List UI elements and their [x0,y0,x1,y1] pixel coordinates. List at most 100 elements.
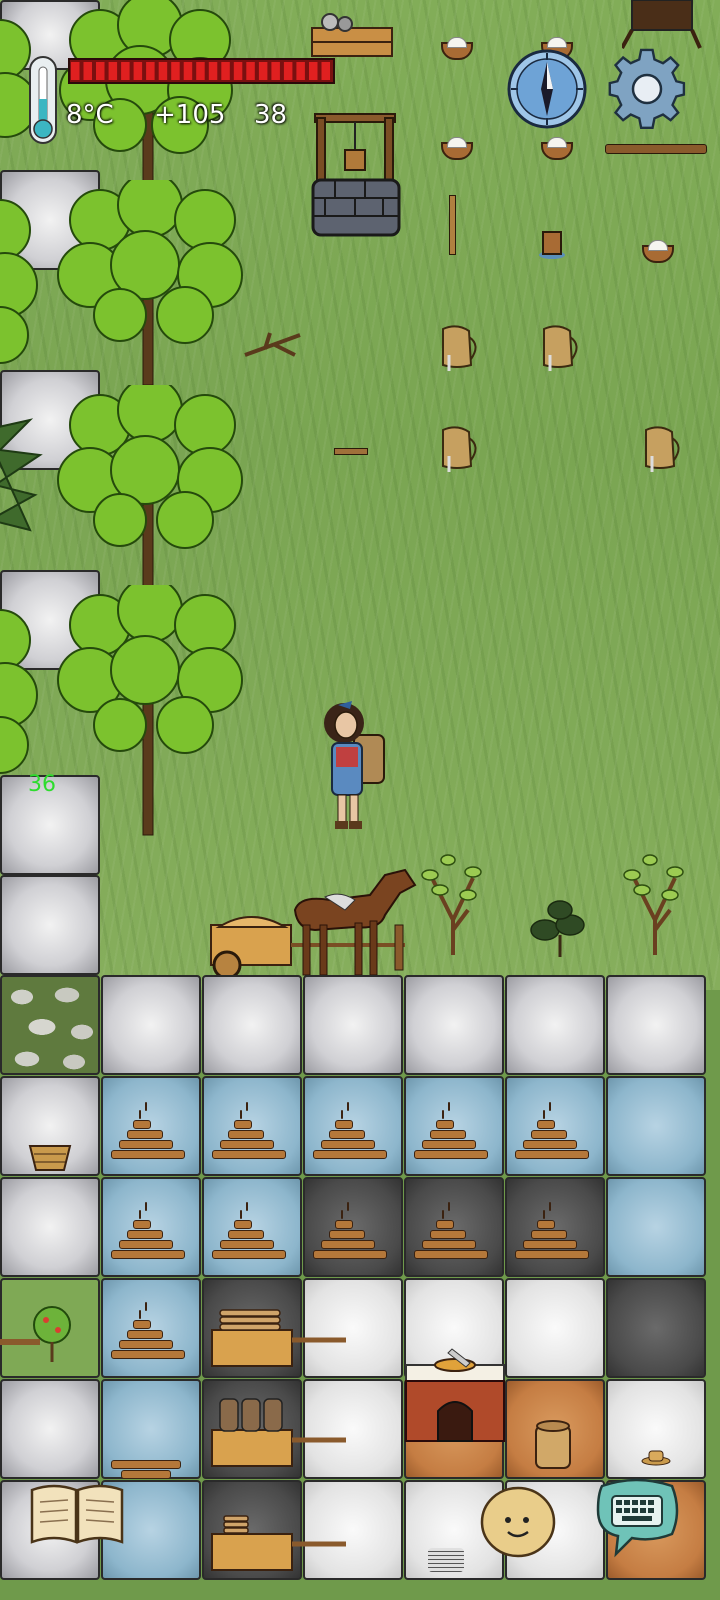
branch-item[interactable] [240,325,310,365]
crate-of-plates[interactable] [210,1305,350,1370]
wheat-sheaf[interactable] [538,325,578,371]
firewood-log [543,1110,545,1119]
stone-floor-tile [404,975,504,1075]
horse-cart[interactable] [205,855,420,985]
firewood-pile[interactable] [313,1100,387,1160]
firewood-log [436,1120,454,1129]
maple-tree[interactable] [0,600,50,780]
health-segment [108,62,118,80]
maple-tree[interactable] [40,180,260,390]
keyboard-speech-bubble-icon[interactable] [592,1476,682,1558]
firewood-pile[interactable] [111,1100,185,1160]
firewood-pile[interactable] [515,1200,589,1260]
firewood-log [531,1130,567,1139]
blue-floor-tile [606,1177,706,1277]
stone-floor-tile [606,975,706,1075]
firewood-log [234,1120,252,1129]
stone-well[interactable] [305,110,405,240]
thermometer-icon[interactable] [24,55,62,145]
health-segment [133,62,143,80]
firewood-log [127,1130,163,1139]
health-segment [208,62,218,80]
berry-bush[interactable] [525,885,595,960]
open-book-icon[interactable] [28,1480,126,1548]
player-character[interactable] [318,695,390,835]
basket[interactable] [28,1140,72,1172]
health-segment [233,62,243,80]
wheat-sheaf[interactable] [640,426,680,472]
firewood-log [347,1202,349,1211]
firewood-log [127,1330,163,1339]
wooden-crate[interactable] [310,10,395,60]
small-stick[interactable] [334,448,368,455]
firewood-pile[interactable] [212,1200,286,1260]
straw-hat[interactable] [640,1445,672,1467]
wooden-frame[interactable] [622,0,702,50]
firewood-log [212,1250,286,1259]
firewood-log [133,1120,151,1129]
health-segment [283,62,293,80]
firewood-log [139,1210,141,1219]
firewood-log [133,1320,151,1329]
firewood-log [145,1202,147,1211]
stone-floor-tile [202,975,302,1075]
age-readout: 38 [254,100,288,130]
crate-of-plates[interactable] [210,1512,350,1572]
firewood-log [341,1210,343,1219]
health-segment [271,62,280,80]
maple-tree[interactable] [0,190,50,370]
health-segment [221,62,230,80]
firewood-log [347,1102,349,1111]
health-segment [146,62,155,80]
wheat-sheaf[interactable] [437,426,477,472]
firewood-pile[interactable] [111,1420,185,1480]
firewood-pile[interactable] [414,1100,488,1160]
fruit-sapling[interactable] [418,850,488,960]
firewood-log [448,1102,450,1111]
plate-stack[interactable] [428,1548,464,1572]
firewood-log [523,1140,577,1149]
firewood-log [414,1150,488,1159]
firewood-pile[interactable] [414,1200,488,1260]
water-bucket[interactable] [537,228,567,260]
firewood-pile[interactable] [313,1200,387,1260]
firewood-log [234,1220,252,1229]
firewood-log [543,1210,545,1219]
firewood-log [220,1240,274,1249]
firewood-log [442,1210,444,1219]
firewood-pile[interactable] [111,1300,185,1360]
maple-tree[interactable] [40,585,260,845]
firewood-log [414,1250,488,1259]
firewood-pile[interactable] [111,1200,185,1260]
skewer[interactable] [449,195,456,255]
potato-face-icon[interactable] [478,1482,558,1560]
wheat-sheaf[interactable] [437,325,477,371]
firewood-pile[interactable] [212,1100,286,1160]
stone-floor-tile [101,975,201,1075]
firewood-log [313,1150,387,1159]
clay-crock[interactable] [532,1418,574,1470]
gear-icon[interactable] [606,48,688,130]
health-segment [121,62,130,80]
crate-of-bowls[interactable] [210,1395,350,1470]
maple-tree[interactable] [40,385,260,595]
firewood-log [145,1302,147,1311]
fruit-sapling[interactable] [620,850,690,960]
blue-floor-tile [606,1076,706,1176]
firewood-log [341,1110,343,1119]
firewood-pile[interactable] [515,1100,589,1160]
pine-tree[interactable] [0,400,50,560]
temperature-readout: 8°C [66,100,114,130]
long-stick[interactable] [605,144,707,154]
firewood-log [246,1102,248,1111]
firewood-log [212,1150,286,1159]
firewood-log [240,1110,242,1119]
white-floor-tile [505,1278,605,1378]
compass-icon[interactable] [506,48,588,130]
firewood-log [127,1230,163,1239]
firewood-log [313,1250,387,1259]
small-fruit-tree[interactable] [0,1300,100,1370]
adobe-oven[interactable] [404,1345,506,1445]
health-segment [246,62,255,80]
firewood-log [335,1220,353,1229]
